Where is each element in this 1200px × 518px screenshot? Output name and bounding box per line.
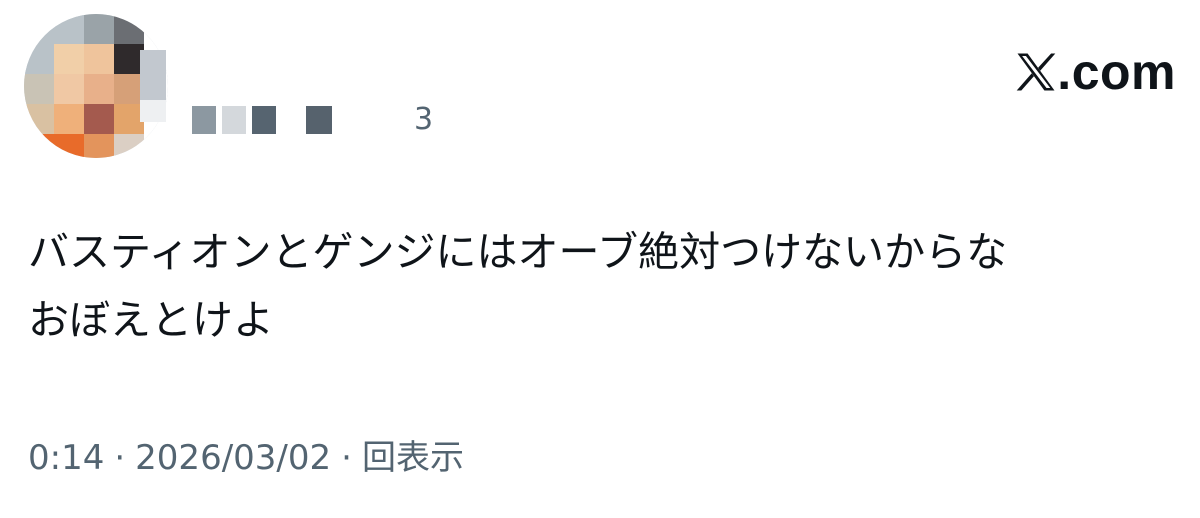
avatar-image <box>24 14 168 158</box>
x-logo-icon <box>1015 51 1057 93</box>
brand-mark[interactable]: .com <box>1015 44 1176 100</box>
view-count[interactable]: 回表示 <box>362 438 464 478</box>
post-text-line: おぼえとけよ <box>28 296 274 344</box>
post-text-line: バスティオンとゲンジにはオーブ絶対つけないからな <box>28 228 1008 276</box>
meta-separator: · <box>341 438 352 478</box>
post-header: 3 .com <box>24 14 1176 164</box>
post-card: 3 .com バスティオンとゲンジにはオーブ絶対つけないからな おぼえとけよ 0… <box>0 0 1200 518</box>
post-date[interactable]: 2026/03/02 <box>135 438 331 478</box>
author-handle-fragment: 3 <box>414 102 434 137</box>
meta-separator: · <box>114 438 126 478</box>
author-name-row[interactable]: 3 <box>192 102 433 138</box>
post-time[interactable]: 0:14 <box>28 438 104 478</box>
author-name-redacted <box>192 106 368 134</box>
brand-domain: .com <box>1057 44 1176 100</box>
post-text: バスティオンとゲンジにはオーブ絶対つけないからな おぼえとけよ <box>28 218 1178 354</box>
post-meta: 0:14 · 2026/03/02 · 回表示 <box>28 430 464 486</box>
avatar[interactable] <box>24 14 169 159</box>
